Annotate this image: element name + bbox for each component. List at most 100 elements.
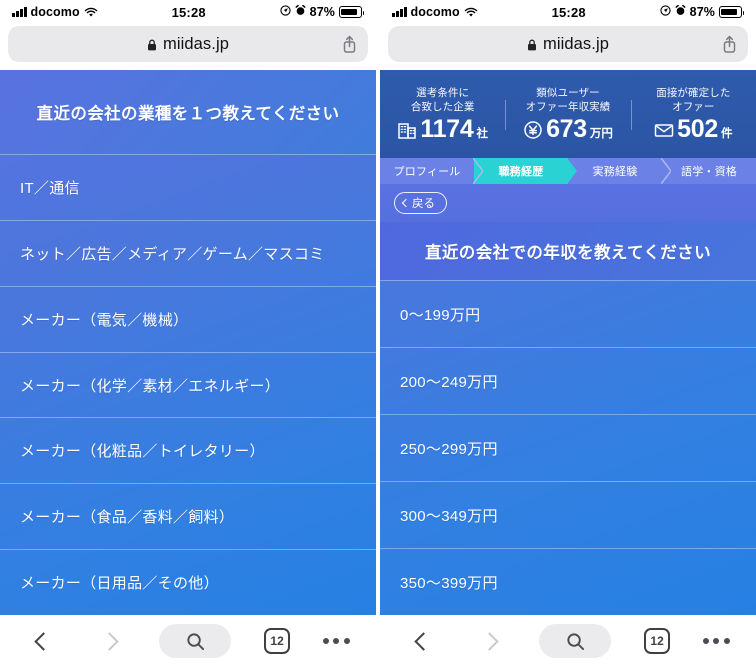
tab-label: 語学・資格 [681, 166, 737, 178]
tabs-button[interactable]: 12 [264, 628, 291, 654]
stat-number: 502 [677, 115, 718, 144]
tab-label: プロフィール [393, 166, 461, 178]
stat-caption-line2: オファー年収実績 [525, 101, 611, 113]
list-item[interactable]: 300〜349万円 [380, 481, 756, 548]
clock-label: 15:28 [171, 4, 206, 20]
stat-caption-line2: オファー [672, 101, 715, 113]
right-question-heading: 直近の会社での年収を教えてください [380, 222, 756, 280]
url-bar-container-right: miidas.jp [380, 24, 756, 70]
stat-value-row: 673 万円 [507, 117, 628, 142]
stat-caption: 選考条件に 合致した企業 [382, 86, 503, 114]
left-option-list: IT／通信 ネット／広告／メディア／ゲーム／マスコミ メーカー（電気／機械） メ… [0, 154, 376, 615]
alarm-clock-icon [675, 4, 686, 19]
stat-caption-line2: 合致した企業 [410, 101, 475, 113]
lock-icon [527, 38, 537, 51]
alarm-clock-icon [295, 4, 306, 19]
signal-bars-icon [392, 7, 407, 17]
envelope-icon [654, 120, 674, 140]
chevron-left-icon [401, 198, 411, 208]
address-bar[interactable]: miidas.jp [388, 26, 748, 62]
list-item[interactable]: IT／通信 [0, 154, 376, 220]
wifi-icon [464, 7, 478, 18]
dual-screenshot-container: docomo 15:28 87% miidas.jp 直近の会社の業種を１つ教え… [0, 0, 756, 667]
left-page-content: 直近の会社の業種を１つ教えてください IT／通信 ネット／広告／メディア／ゲーム… [0, 70, 376, 615]
carrier-label: docomo [30, 5, 80, 19]
location-arrow-icon [280, 5, 291, 19]
stat-unit: 社 [476, 127, 488, 140]
list-item[interactable]: メーカー（化学／素材／エネルギー） [0, 351, 376, 418]
tab-label: 職務経歴 [498, 166, 544, 178]
stats-bar: 選考条件に 合致した企業 1174 社 類似ユーザー オファー年収実績 673 … [380, 70, 756, 158]
list-item[interactable]: ネット／広告／メディア／ゲーム／マスコミ [0, 219, 376, 286]
chevron-divider-icon [660, 157, 673, 185]
list-item[interactable]: メーカー（日用品／その他） [0, 549, 376, 615]
list-item[interactable]: メーカー（食品／香料／飼料） [0, 483, 376, 549]
list-item[interactable]: 200〜249万円 [380, 347, 756, 414]
battery-icon [719, 6, 745, 18]
left-question-heading: 直近の会社の業種を１つ教えてください [0, 70, 376, 154]
status-right-group: 87% [280, 4, 365, 19]
chevron-divider-icon [567, 158, 577, 184]
tabs-button[interactable]: 12 [644, 628, 671, 654]
status-bar-left: docomo 15:28 87% [0, 0, 376, 24]
search-icon[interactable] [539, 624, 612, 658]
address-bar[interactable]: miidas.jp [8, 26, 368, 62]
chevron-right-icon[interactable] [473, 624, 507, 658]
search-icon[interactable] [159, 624, 232, 658]
left-phone-screen: docomo 15:28 87% miidas.jp 直近の会社の業種を１つ教え… [0, 0, 376, 667]
ellipsis-icon[interactable] [702, 638, 730, 644]
tab-profile[interactable]: プロフィール [380, 157, 485, 185]
back-button-label: 戻る [412, 198, 435, 210]
right-option-list: 0〜199万円 200〜249万円 250〜299万円 300〜349万円 35… [380, 280, 756, 615]
list-item[interactable]: メーカー（化粧品／トイレタリー） [0, 417, 376, 483]
right-phone-screen: docomo 15:28 87% miidas.jp 選考条件に 合致した企業 … [380, 0, 756, 667]
url-text: miidas.jp [162, 34, 229, 53]
battery-percent-label: 87% [689, 5, 715, 19]
wifi-icon [84, 7, 98, 18]
back-button[interactable]: 戻る [394, 192, 447, 214]
stat-unit: 件 [720, 127, 733, 140]
list-item[interactable]: 250〜299万円 [380, 414, 756, 481]
right-page-content: 選考条件に 合致した企業 1174 社 類似ユーザー オファー年収実績 673 … [380, 70, 756, 615]
back-button-row: 戻る [380, 184, 756, 222]
tab-work-history[interactable]: 職務経歴 [474, 158, 577, 184]
browser-toolbar-right: 12 [380, 615, 756, 667]
tab-practical-experience[interactable]: 実務経験 [568, 157, 673, 185]
browser-toolbar-left: 12 [0, 615, 376, 667]
lock-icon [147, 38, 157, 51]
tab-language-qualification[interactable]: 語学・資格 [662, 158, 756, 184]
stat-caption: 類似ユーザー オファー年収実績 [507, 86, 628, 114]
stat-caption-line1: 面接が確定した [656, 86, 731, 99]
stat-offer-salary: 類似ユーザー オファー年収実績 673 万円 [505, 86, 630, 142]
building-icon [397, 120, 417, 140]
url-text: miidas.jp [542, 34, 609, 53]
share-icon[interactable] [722, 35, 737, 53]
stat-value-row: 1174 社 [382, 117, 503, 142]
list-item[interactable]: メーカー（電気／機械） [0, 285, 376, 352]
status-bar-right: docomo 15:28 87% [380, 0, 756, 24]
share-icon[interactable] [342, 35, 357, 53]
signal-bars-icon [12, 7, 27, 17]
stat-unit: 万円 [589, 127, 613, 140]
stat-value-row: 502 件 [633, 117, 754, 142]
list-item[interactable]: 350〜399万円 [380, 548, 756, 615]
url-bar-container-left: miidas.jp [0, 24, 376, 70]
clock-label: 15:28 [551, 4, 586, 20]
list-item[interactable]: 0〜199万円 [380, 280, 756, 347]
chevron-left-icon[interactable] [26, 624, 60, 658]
step-progress-tabs: プロフィール 職務経歴 実務経験 語学・資格 [380, 157, 756, 185]
stat-matched-companies: 選考条件に 合致した企業 1174 社 [380, 86, 505, 142]
stat-number: 673 [546, 115, 587, 144]
chevron-divider-icon [472, 157, 485, 185]
chevron-right-icon[interactable] [93, 624, 127, 658]
carrier-label: docomo [410, 5, 460, 19]
chevron-left-icon[interactable] [406, 624, 440, 658]
stat-caption: 面接が確定した オファー [633, 86, 754, 114]
location-arrow-icon [660, 5, 671, 19]
stat-caption-line1: 類似ユーザー [536, 86, 600, 99]
tab-label: 実務経験 [592, 166, 638, 178]
status-left-group: docomo [392, 5, 478, 19]
ellipsis-icon[interactable] [322, 638, 350, 644]
battery-icon [339, 6, 365, 18]
stat-number: 1174 [420, 115, 474, 144]
